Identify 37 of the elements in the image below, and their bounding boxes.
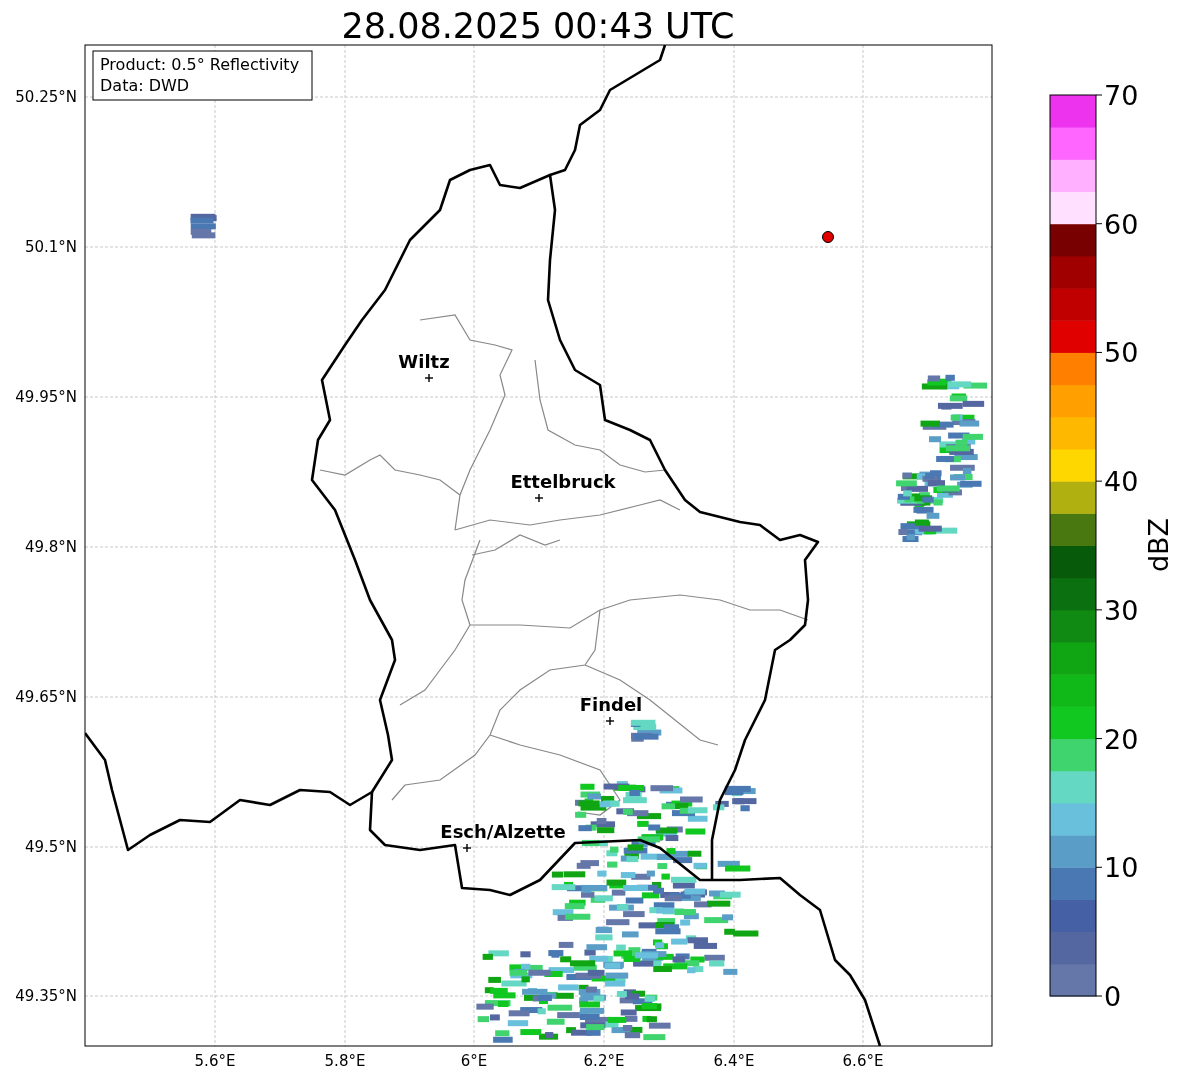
colorbar-label: dBZ: [1143, 517, 1174, 573]
latitude-label: 49.95°N: [15, 388, 77, 406]
colorbar-tick-label: 0: [1104, 981, 1122, 1012]
colorbar-tick-label: 70: [1104, 80, 1139, 111]
colorbar-tick-label: 50: [1104, 337, 1139, 369]
city-label: Esch/Alzette: [440, 821, 566, 842]
radar-echo-drawing: [630, 719, 662, 742]
latitude-label: 50.1°N: [24, 238, 77, 256]
latitude-label: 49.8°N: [24, 538, 77, 556]
latitude-label: 49.35°N: [15, 987, 77, 1005]
chart-title: 28.08.2025 00:43 UTC: [341, 6, 735, 46]
radar-echo-drawing: [712, 785, 757, 812]
city-marker-icon: [424, 373, 434, 383]
city-label: Findel: [579, 694, 643, 715]
radar-echo-drawing: [190, 213, 217, 239]
colorbar-tick-label: 60: [1104, 208, 1139, 240]
longitude-label: 5.6°E: [194, 1052, 236, 1070]
city-label: Ettelbruck: [510, 471, 616, 492]
colorbar-tick-label: 40: [1104, 466, 1139, 498]
radar-site-marker: [822, 231, 834, 243]
city-marker-icon: [605, 716, 615, 726]
longitude-label: 5.8°E: [324, 1052, 366, 1070]
longitude-label: 6.2°E: [583, 1052, 625, 1070]
latitude-label: 50.25°N: [15, 88, 77, 106]
colorbar-tick-label: 20: [1104, 723, 1139, 755]
colorbar-tick-label: 10: [1104, 852, 1139, 884]
longitude-label: 6.6°E: [842, 1052, 884, 1070]
city-label: Wiltz: [398, 351, 450, 372]
longitude-label: 6.4°E: [713, 1052, 755, 1070]
city-marker-icon: [462, 843, 472, 853]
city-marker-icon: [534, 493, 544, 503]
longitude-label: 6°E: [460, 1052, 488, 1070]
colorbar-tick-label: 30: [1104, 594, 1139, 626]
latitude-label: 49.65°N: [15, 688, 77, 706]
latitude-label: 49.5°N: [24, 838, 77, 856]
legend-text: Data: DWD: [100, 76, 190, 95]
legend-text: Product: 0.5° Reflectivity: [100, 55, 300, 74]
